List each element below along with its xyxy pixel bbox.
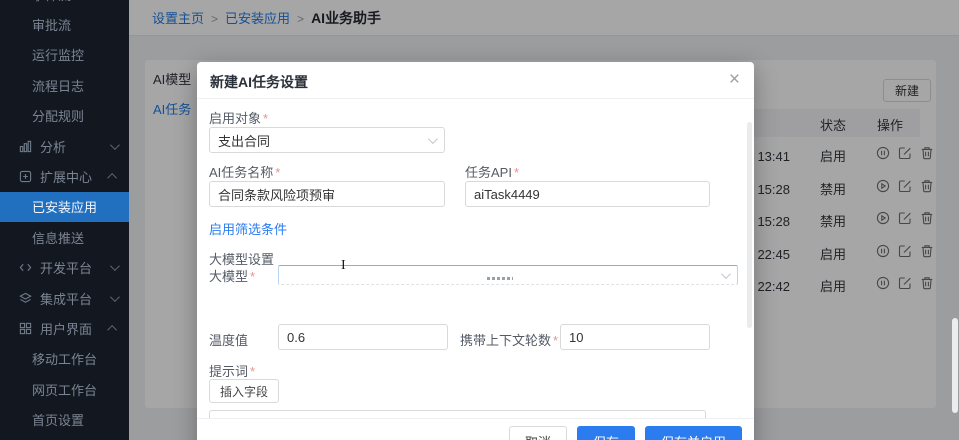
startup-text-row	[209, 408, 739, 418]
required-mark: *	[553, 333, 558, 348]
sidebar-item-label: 用户界面	[40, 319, 92, 338]
close-icon[interactable]: ×	[729, 68, 740, 92]
sidebar-item-分配规则[interactable]: 分配规则	[0, 101, 129, 131]
chevron-down-icon	[110, 140, 120, 150]
sidebar-item-用户界面[interactable]: 用户界面	[0, 313, 129, 343]
sidebar-item-首页设置[interactable]: 首页设置	[0, 404, 129, 434]
context-rounds-input[interactable]	[560, 324, 710, 350]
sidebar-item-label: 移动工作台	[32, 349, 97, 368]
sidebar-item-分析[interactable]: 分析	[0, 131, 129, 161]
sidebar: 事件流审批流运行监控流程日志分配规则分析扩展中心已安装应用信息推送开发平台集成平…	[0, 0, 129, 440]
temperature-input[interactable]	[278, 324, 448, 350]
clipped-option-text	[487, 277, 513, 280]
sidebar-item-label: 扩展中心	[40, 167, 92, 186]
prompt-label: 提示词*	[209, 361, 255, 381]
task-name-input[interactable]	[209, 181, 445, 207]
sidebar-item-label: 网页工作台	[32, 380, 97, 399]
sidebar-item-移动工作台[interactable]: 移动工作台	[0, 344, 129, 374]
chevron-down-icon	[721, 269, 731, 279]
modal-body: 启用对象* 支出合同 AI任务名称* 任务API* 启用筛选条件 大模型设置 大…	[197, 99, 754, 418]
sidebar-item-运行监控[interactable]: 运行监控	[0, 40, 129, 70]
cancel-button[interactable]: 取消	[509, 426, 567, 440]
sidebar-item-事件流[interactable]: 事件流	[0, 0, 129, 9]
model-select[interactable]	[278, 265, 738, 285]
chevron-up-icon	[107, 325, 117, 335]
window-scrollbar-thumb[interactable]	[952, 318, 958, 413]
extension-icon	[19, 170, 32, 183]
chevron-down-icon	[110, 292, 120, 302]
app-root: 事件流审批流运行监控流程日志分配规则分析扩展中心已安装应用信息推送开发平台集成平…	[0, 0, 959, 440]
sidebar-item-信息推送[interactable]: 信息推送	[0, 222, 129, 252]
sidebar-item-开发平台[interactable]: 开发平台	[0, 253, 129, 283]
sidebar-item-label: 运行监控	[32, 45, 84, 64]
sidebar-item-网页工作台[interactable]: 网页工作台	[0, 374, 129, 404]
modal-title: 新建AI任务设置	[210, 72, 308, 92]
sidebar-item-label: 分析	[40, 137, 66, 156]
enable-object-select[interactable]: 支出合同	[209, 127, 445, 153]
insert-field-button[interactable]: 插入字段	[209, 379, 279, 403]
sidebar-item-label: 首页设置	[32, 410, 84, 429]
sidebar-item-label: 审批流	[32, 15, 71, 34]
enable-filter-link[interactable]: 启用筛选条件	[209, 219, 287, 238]
sidebar-item-集成平台[interactable]: 集成平台	[0, 283, 129, 313]
sidebar-item-流程日志[interactable]: 流程日志	[0, 70, 129, 100]
sidebar-item-label: 分配规则	[32, 106, 84, 125]
chevron-up-icon	[107, 173, 117, 183]
new-ai-task-modal: 新建AI任务设置 × 启用对象* 支出合同 AI任务名称* 任务API* 启用筛…	[197, 62, 754, 440]
sidebar-item-label: 事件流	[32, 0, 71, 4]
chevron-down-icon	[428, 134, 438, 144]
save-and-enable-button[interactable]: 保存并启用	[645, 426, 742, 440]
integration-icon	[19, 292, 32, 305]
save-button[interactable]: 保存	[577, 426, 635, 440]
required-mark: *	[250, 364, 255, 379]
enable-object-value: 支出合同	[218, 131, 270, 150]
enable-object-label: 启用对象*	[209, 108, 268, 128]
required-mark: *	[250, 269, 255, 284]
text-cursor: I	[341, 258, 346, 274]
task-api-input[interactable]	[465, 181, 710, 207]
modal-footer: 取消 保存 保存并启用	[197, 418, 754, 440]
task-api-label: 任务API*	[465, 162, 519, 182]
sidebar-item-label: 流程日志	[32, 76, 84, 95]
task-name-label: AI任务名称*	[209, 162, 280, 182]
sidebar-item-label: 信息推送	[32, 228, 84, 247]
context-rounds-label: 携带上下文轮数*	[460, 330, 558, 350]
sidebar-item-审批流[interactable]: 审批流	[0, 9, 129, 39]
ui-icon	[19, 322, 32, 335]
modal-header: 新建AI任务设置 ×	[197, 62, 754, 99]
required-mark: *	[514, 165, 519, 180]
chart-icon	[19, 140, 32, 153]
sidebar-item-label: 开发平台	[40, 258, 92, 277]
modal-scrollbar-thumb[interactable]	[747, 122, 752, 328]
dev-icon	[19, 261, 32, 274]
chevron-down-icon	[110, 261, 120, 271]
required-mark: *	[263, 111, 268, 126]
required-mark: *	[275, 165, 280, 180]
sidebar-item-label: 已安装应用	[32, 197, 97, 216]
model-label: 大模型*	[209, 244, 255, 264]
sidebar-item-已安装应用[interactable]: 已安装应用	[0, 192, 129, 222]
sidebar-item-扩展中心[interactable]: 扩展中心	[0, 161, 129, 191]
temperature-label: 温度值	[209, 330, 248, 349]
sidebar-item-label: 集成平台	[40, 289, 92, 308]
